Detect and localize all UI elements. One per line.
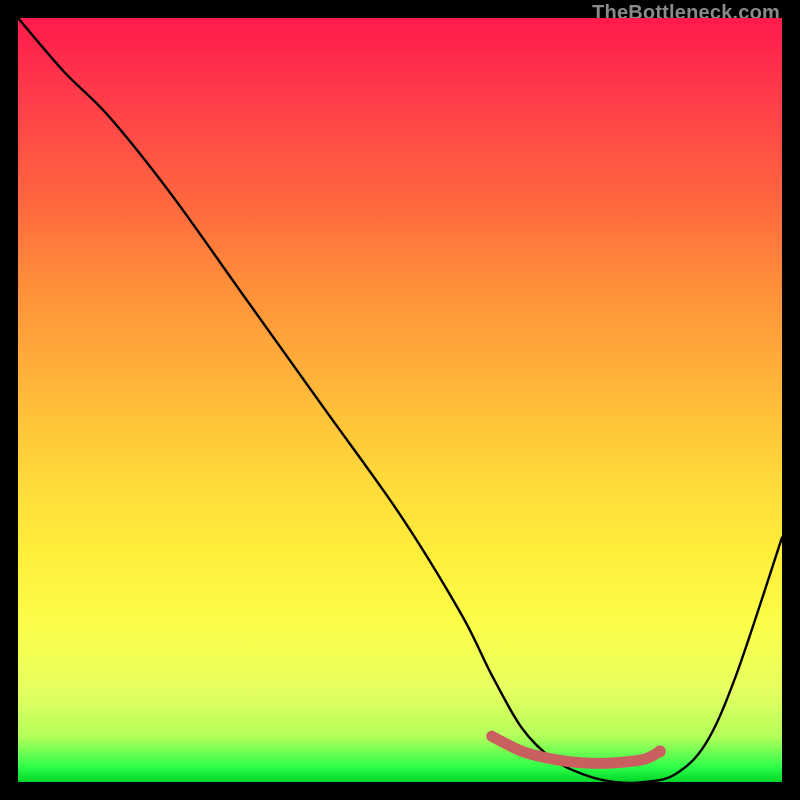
highlight-band-path [492, 736, 660, 763]
highlight-end-dot [654, 745, 666, 757]
chart-frame [18, 18, 782, 782]
bottleneck-curve-path [18, 18, 782, 782]
chart-svg [18, 18, 782, 782]
